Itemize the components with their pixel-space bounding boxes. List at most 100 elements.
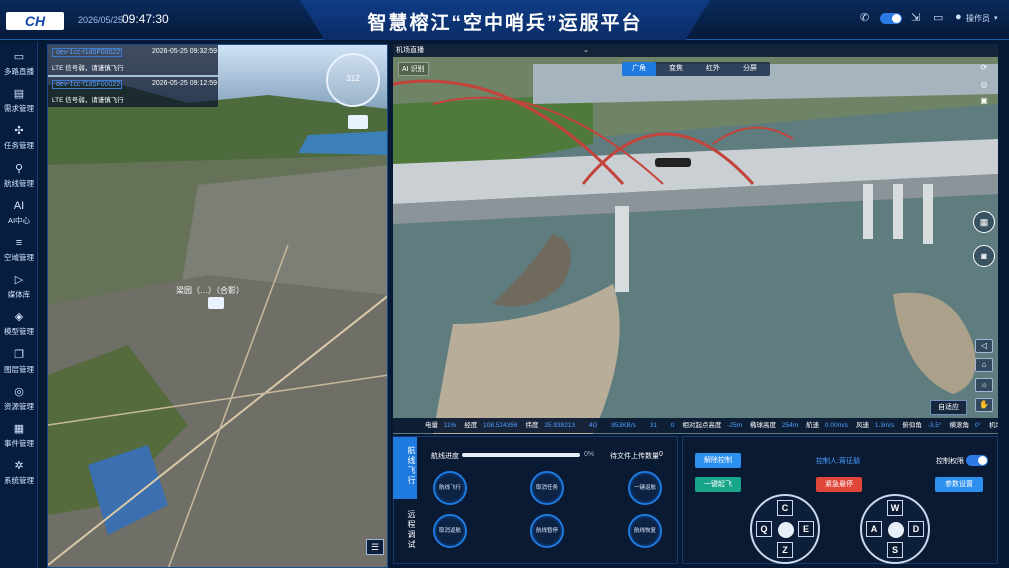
- sidebar-item[interactable]: ✲ 系统管理: [0, 455, 38, 492]
- tab-split[interactable]: 分屏: [733, 62, 767, 76]
- route-resume-button[interactable]: 航线恢复: [628, 514, 662, 548]
- key-q[interactable]: Q: [756, 521, 772, 537]
- sidebar-item[interactable]: ▭ 多路直播: [0, 46, 38, 83]
- return-home-button[interactable]: 一键返航: [628, 471, 662, 505]
- key-c[interactable]: C: [777, 500, 793, 516]
- place-label: 梁园（…）（合影）: [176, 286, 244, 295]
- notice-message: LTE 信号弱，请谨慎飞行: [52, 97, 124, 104]
- key-e[interactable]: E: [798, 521, 814, 537]
- telemetry-item: 航速 0.00m/s: [806, 422, 852, 429]
- sidebar-item-label: 资源管理: [4, 401, 34, 411]
- telemetry-value: 108.524356: [483, 422, 518, 429]
- notice-item[interactable]: dev-1cc-f1d5F00022 2026-05-25 09:12:59 L…: [48, 77, 218, 107]
- left-joystick[interactable]: C Z Q E: [750, 494, 820, 564]
- video-title-bar[interactable]: 机场直播 ⌄: [393, 44, 998, 57]
- upload-label: 待文件上传数量: [610, 453, 659, 460]
- video-title: 机场直播: [396, 47, 424, 54]
- telemetry-item: 纬度 25.938213: [526, 422, 580, 429]
- telemetry-value: 1.3m/s: [874, 422, 895, 429]
- telemetry-label: 航速: [806, 422, 820, 429]
- progress-value: 0%: [584, 451, 595, 458]
- collapse-icon[interactable]: ⇲: [911, 11, 920, 24]
- screenshot-icon[interactable]: ▣: [975, 95, 993, 109]
- video-mode-tabs: 广角 变焦 红外 分屏: [622, 62, 770, 76]
- sidebar-item[interactable]: ◈ 模型管理: [0, 306, 38, 343]
- emergency-hover-button[interactable]: 紧急悬停: [816, 477, 862, 492]
- key-z[interactable]: Z: [777, 542, 793, 558]
- right-joystick[interactable]: W S A D: [860, 494, 930, 564]
- params-button[interactable]: 参数设置: [935, 477, 983, 492]
- chevron-down-icon[interactable]: ▾: [994, 14, 998, 22]
- sidebar-item-icon: ▷: [14, 274, 24, 287]
- release-control-button[interactable]: 解除控制: [695, 453, 741, 468]
- video-feed[interactable]: [393, 44, 998, 434]
- fit-button[interactable]: 自适应: [930, 400, 967, 415]
- sidebar-item[interactable]: ▷ 媒体库: [0, 269, 38, 306]
- key-d[interactable]: D: [908, 521, 924, 537]
- telemetry-item: 俯仰角 -3.5°: [902, 422, 945, 429]
- notice-item[interactable]: dev-1cc-f1d5F00022 2026-05-25 09:32:59 L…: [48, 45, 218, 75]
- notice-device-id: dev-1cc-f1d5F00022: [52, 48, 122, 57]
- notice-time: 2026-05-25 09:32:59: [152, 48, 217, 55]
- speaker-icon[interactable]: ◁: [975, 339, 993, 353]
- telemetry-value: 11%: [443, 422, 457, 429]
- drone-marker[interactable]: [348, 115, 368, 129]
- layers-icon[interactable]: ☰: [366, 539, 384, 555]
- sidebar-item[interactable]: ◎ 资源管理: [0, 381, 38, 418]
- sidebar-item[interactable]: ▤ 需求管理: [0, 83, 38, 120]
- telemetry-label: 纬度: [525, 422, 539, 429]
- key-w[interactable]: W: [887, 500, 903, 516]
- controller-label: 控制人:蒋征朋: [816, 458, 860, 465]
- map-panel[interactable]: dev-1cc-f1d5F00022 2026-05-25 09:32:59 L…: [47, 44, 388, 568]
- sidebar-item[interactable]: ❐ 图层管理: [0, 344, 38, 381]
- tab-zoom[interactable]: 变焦: [659, 62, 693, 76]
- key-s[interactable]: S: [887, 542, 903, 558]
- dock-icon[interactable]: ⌂: [975, 358, 993, 372]
- sidebar-item-icon: ◎: [14, 385, 24, 398]
- record-icon[interactable]: ▦: [973, 211, 995, 233]
- sidebar-item-label: 模型管理: [4, 327, 34, 337]
- cancel-return-button[interactable]: 取消返航: [433, 514, 467, 548]
- sidebar-item[interactable]: ✣ 任务管理: [0, 120, 38, 157]
- hand-icon[interactable]: ✋: [975, 398, 993, 412]
- authority-toggle[interactable]: [966, 455, 988, 466]
- joystick-center[interactable]: [888, 522, 904, 538]
- video-source-dropdown-icon[interactable]: ⌄: [583, 44, 589, 57]
- settings-icon[interactable]: ◎: [975, 79, 993, 93]
- tab-infrared[interactable]: 红外: [696, 62, 730, 76]
- joystick-center[interactable]: [778, 522, 794, 538]
- telemetry-label: 经度: [464, 422, 478, 429]
- refresh-icon[interactable]: ⟳: [975, 62, 993, 76]
- telemetry-value: 254m: [781, 422, 799, 429]
- sidebar-item[interactable]: AI AI中心: [0, 195, 38, 232]
- sidebar-item-icon: ❐: [14, 348, 24, 361]
- dock-marker[interactable]: [208, 297, 224, 309]
- sidebar-item[interactable]: ▦ 事件管理: [0, 418, 38, 455]
- route-fly-button[interactable]: 航线飞行: [433, 471, 467, 505]
- telemetry-item: 0: [665, 422, 678, 429]
- telemetry-item: 相对起点高度 -25m: [682, 422, 746, 429]
- tab-flight-label: 航线飞行: [407, 446, 416, 486]
- user-name[interactable]: 操作员: [966, 13, 990, 24]
- notice-message: LTE 信号弱，请谨慎飞行: [52, 65, 124, 72]
- sidebar-item[interactable]: ⚲ 航线管理: [0, 158, 38, 195]
- sidebar-item[interactable]: ≡ 空域管理: [0, 232, 38, 269]
- telemetry-value: -25m: [727, 422, 743, 429]
- telemetry-item: 31: [644, 422, 661, 429]
- telemetry-item: 853KB/s: [606, 422, 640, 429]
- telemetry-item: 椭球高度 254m: [750, 422, 802, 429]
- ai-detect-label[interactable]: AI 识别: [398, 62, 429, 76]
- cancel-task-button[interactable]: 取消任务: [530, 471, 564, 505]
- camera-icon[interactable]: ◙: [973, 245, 995, 267]
- light-icon[interactable]: ☼: [975, 378, 993, 392]
- phone-icon[interactable]: ✆: [860, 11, 869, 24]
- monitor-icon[interactable]: ▭: [933, 11, 943, 24]
- compass-widget[interactable]: 312: [326, 53, 380, 107]
- tab-debug[interactable]: 远程调试: [393, 510, 417, 550]
- header-toggle[interactable]: [880, 13, 902, 24]
- route-pause-button[interactable]: 航线暂停: [530, 514, 564, 548]
- takeoff-button[interactable]: 一键起飞: [695, 477, 741, 492]
- user-icon[interactable]: ●: [955, 11, 962, 23]
- key-a[interactable]: A: [866, 521, 882, 537]
- tab-wide[interactable]: 广角: [622, 62, 656, 76]
